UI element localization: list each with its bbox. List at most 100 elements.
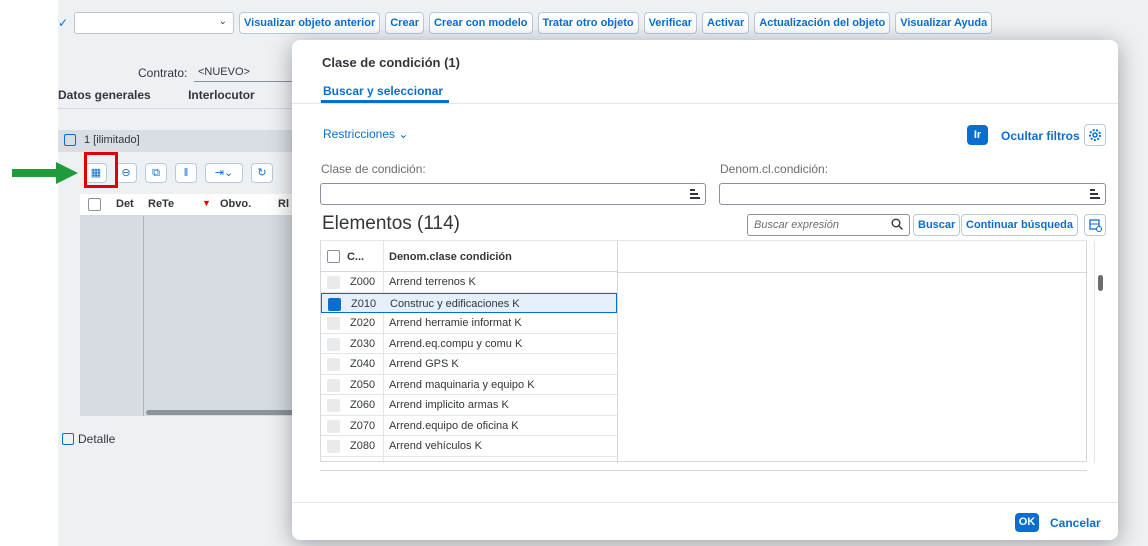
row-description: Arrend maquinaria y equipo K <box>389 378 535 391</box>
row-checkbox[interactable] <box>327 276 340 289</box>
row-checkbox[interactable] <box>327 419 340 433</box>
select-all-checkbox[interactable] <box>327 250 340 263</box>
table-bottom-line <box>320 470 1087 471</box>
row-checkbox[interactable] <box>327 440 340 453</box>
tabs-divider <box>58 108 298 109</box>
detail-section: Detalle <box>62 432 115 446</box>
row-checkbox[interactable] <box>327 378 340 392</box>
value-help-icon[interactable] <box>1090 189 1100 200</box>
cancel-button[interactable]: Cancelar <box>1050 516 1101 530</box>
toolbar-button-update[interactable]: Actualización del objeto <box>754 12 891 34</box>
hide-filters-button[interactable]: Ocultar filtros <box>1001 129 1080 143</box>
row-checkbox[interactable] <box>327 337 340 351</box>
row-checkbox[interactable] <box>327 399 340 412</box>
split-button[interactable]: ‖ <box>175 163 197 183</box>
toolbar-button-create-template[interactable]: Crear con modelo <box>428 12 533 34</box>
row-description: Arrend terrenos K <box>389 276 476 288</box>
condition-class-label: Clase de condición: <box>321 162 426 176</box>
chevron-down-icon: ⌄ <box>218 16 227 27</box>
table-row[interactable]: Z080 Arrend vehículos K <box>321 436 617 457</box>
insert-menu-button[interactable]: ⇥⌄ <box>205 163 243 183</box>
row-code: Z000 <box>350 276 376 288</box>
column-header-code[interactable]: C... <box>347 251 364 263</box>
contract-label: Contrato: <box>138 66 188 80</box>
tab-partner[interactable]: Interlocutor <box>188 88 255 102</box>
expand-icon[interactable] <box>62 433 74 445</box>
search-icon[interactable] <box>891 218 903 230</box>
dialog-title: Clase de condición (1) <box>322 55 460 70</box>
table-settings-button[interactable] <box>1084 214 1106 236</box>
highlight-box <box>84 152 118 188</box>
vertical-scrollbar[interactable] <box>1098 275 1103 291</box>
table-row[interactable]: Z070 Arrend.equipo de oficina K <box>321 416 617 436</box>
toolbar-button-activate[interactable]: Activar <box>702 12 750 34</box>
table-row[interactable]: Z040 Arrend GPS K <box>321 354 617 375</box>
filter-settings-button[interactable] <box>1084 124 1106 146</box>
search-button[interactable]: Buscar <box>913 214 961 236</box>
toolbar-button-previous[interactable]: Visualizar objeto anterior <box>239 12 381 34</box>
row-description: Arrend.equipo de oficina K <box>389 419 519 432</box>
chevron-down-icon: ⌄ <box>398 127 409 141</box>
horizontal-scrollbar[interactable] <box>146 410 298 415</box>
header-divider <box>617 272 1087 273</box>
row-checkbox[interactable] <box>327 317 340 330</box>
row-description: Arrend GPS K <box>389 358 459 370</box>
background-grid-header: Det ReTe ▼ Obvo. Rl <box>80 194 298 216</box>
tab-divider <box>292 103 1118 104</box>
table-row[interactable]: Z020 Arrend herramie informat K <box>321 313 617 334</box>
tab-search-select[interactable]: Buscar y seleccionar <box>323 84 443 98</box>
condition-class-dialog: Clase de condición (1) Buscar y seleccio… <box>292 40 1118 540</box>
results-table: C... Denom.clase condición Z000 Arrend te… <box>320 240 1103 463</box>
row-description: Arrend herramie informat K <box>389 317 522 329</box>
table-header: C... Denom.clase condición <box>321 241 617 272</box>
grid-col-det: Det <box>116 198 134 210</box>
refresh-button[interactable]: ↻ <box>251 163 273 183</box>
tab-general-data[interactable]: Datos generales <box>58 88 151 102</box>
grid-col-obvo: Obvo. <box>220 198 252 210</box>
table-row[interactable]: Z030 Arrend.eq.compu y comu K <box>321 334 617 354</box>
row-checkbox[interactable] <box>328 297 341 311</box>
table-row[interactable]: Z050 Arrend maquinaria y equipo K <box>321 375 617 395</box>
search-input[interactable]: Buscar expresión <box>747 214 910 236</box>
gear-icon <box>1089 129 1101 141</box>
row-code: Z030 <box>350 337 376 350</box>
toolbar-button-other-object[interactable]: Tratar otro objeto <box>537 12 639 34</box>
row-code: Z080 <box>350 440 376 452</box>
toolbar-button-create[interactable]: Crear <box>385 12 424 34</box>
row-code: Z060 <box>350 399 376 411</box>
grid-col-rl: Rl <box>278 198 289 210</box>
column-divider <box>617 241 618 463</box>
copy-row-button[interactable]: ⧉ <box>145 163 167 183</box>
select-all-checkbox[interactable] <box>88 198 101 211</box>
table-row[interactable]: Z010 Construc y edificaciones K <box>321 292 617 313</box>
go-button[interactable]: Ir <box>967 125 988 145</box>
row-description: Arrend vehículos K <box>389 440 482 452</box>
contract-value: <NUEVO> <box>198 66 250 78</box>
row-code: Z020 <box>350 317 376 329</box>
collapse-icon[interactable] <box>64 134 76 146</box>
row-checkbox[interactable] <box>327 358 340 371</box>
table-row[interactable]: Z060 Arrend implicito armas K <box>321 395 617 416</box>
detail-label: Detalle <box>78 432 116 446</box>
continue-search-button[interactable]: Continuar búsqueda <box>961 214 1078 236</box>
table-row[interactable]: Z000 Arrend terrenos K <box>321 272 617 293</box>
list-count: 1 [ilimitado] <box>84 134 140 146</box>
green-arrow-icon <box>12 162 78 184</box>
list-bar: 1 [ilimitado] <box>58 130 298 152</box>
ok-button[interactable]: OK <box>1015 513 1039 532</box>
toolbar-button-check[interactable]: Verificar <box>643 12 697 34</box>
restrictions-label: Restricciones <box>323 127 396 141</box>
remove-row-button[interactable]: ⊖ <box>115 163 137 183</box>
condition-name-input[interactable] <box>719 183 1106 205</box>
row-code: Z010 <box>351 297 377 310</box>
search-placeholder: Buscar expresión <box>754 219 839 231</box>
object-select[interactable]: ⌄ <box>74 12 234 34</box>
toolbar-button-help[interactable]: Visualizar Ayuda <box>895 12 993 34</box>
restrictions-toggle[interactable]: Restricciones ⌄ <box>323 127 408 141</box>
value-help-icon[interactable] <box>690 189 700 200</box>
condition-class-input[interactable] <box>320 183 706 205</box>
scroll-track <box>1094 241 1095 463</box>
row-description: Arrend implicito armas K <box>389 399 509 411</box>
column-header-description[interactable]: Denom.clase condición <box>389 251 512 263</box>
grid-col-rete: ReTe <box>148 198 175 210</box>
